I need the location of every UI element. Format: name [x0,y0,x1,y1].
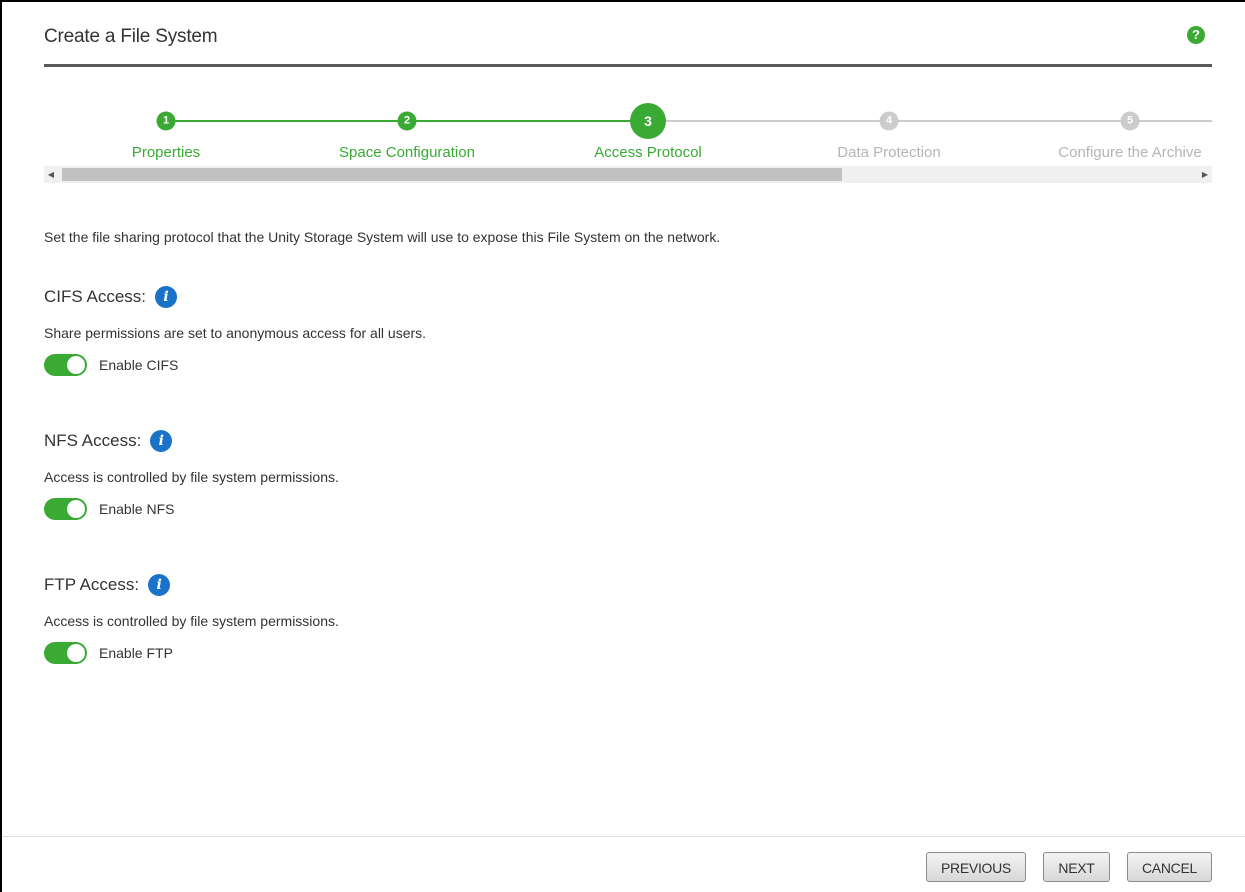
step-3-label: Access Protocol [594,144,702,161]
stepper-connector [648,120,889,122]
step-5-label: Configure the Archive [1058,144,1202,161]
toggle-knob [67,356,85,374]
ftp-section: FTP Access: i Access is controlled by fi… [44,574,339,665]
dialog-title: Create a File System [44,26,218,47]
stepper-connector [1130,120,1212,122]
nfs-section: NFS Access: i Access is controlled by fi… [44,430,339,521]
ftp-toggle[interactable] [44,642,87,664]
step-1-marker: 1 [156,111,176,131]
nfs-toggle-label: Enable NFS [99,501,175,517]
stepper-connector [407,120,648,122]
nfs-heading: NFS Access: [44,431,142,450]
cifs-description: Share permissions are set to anonymous a… [44,325,427,341]
stepper-connector [889,120,1130,122]
ftp-description: Access is controlled by file system perm… [44,613,339,629]
cancel-button[interactable]: CANCEL [1127,852,1212,882]
question-icon[interactable]: ? [1187,26,1205,44]
scroll-left-arrow-icon[interactable]: ◀ [44,166,58,183]
info-icon[interactable]: i [148,574,171,596]
cifs-toggle[interactable] [44,354,87,376]
scroll-thumb[interactable] [62,168,842,181]
step-2-marker: 2 [397,111,417,131]
intro-text: Set the file sharing protocol that the U… [44,229,721,245]
cifs-section: CIFS Access: i Share permissions are set… [44,286,426,377]
toggle-knob [67,644,85,662]
step-4-label: Data Protection [837,144,941,161]
info-icon[interactable]: i [155,286,178,308]
step-4-marker: 4 [879,111,899,131]
ftp-heading: FTP Access: [44,575,140,594]
cifs-heading: CIFS Access: [44,287,147,306]
step-2-label: Space Configuration [339,144,475,161]
stepper-scrollbar[interactable]: ◀ ▶ [44,166,1212,183]
info-icon[interactable]: i [150,430,173,452]
previous-button[interactable]: PREVIOUS [926,852,1026,882]
stepper-connector [166,120,407,122]
title-divider [44,64,1212,67]
ftp-toggle-label: Enable FTP [99,645,173,661]
step-3-marker: 3 [630,103,666,139]
step-5-marker: 5 [1120,111,1140,131]
cifs-toggle-label: Enable CIFS [99,357,179,373]
nfs-toggle[interactable] [44,498,87,520]
nfs-description: Access is controlled by file system perm… [44,469,339,485]
step-1-label: Properties [131,144,201,161]
toggle-knob [67,500,85,518]
footer-divider [2,836,1245,837]
next-button[interactable]: NEXT [1043,852,1110,882]
scroll-right-arrow-icon[interactable]: ▶ [1198,166,1212,183]
